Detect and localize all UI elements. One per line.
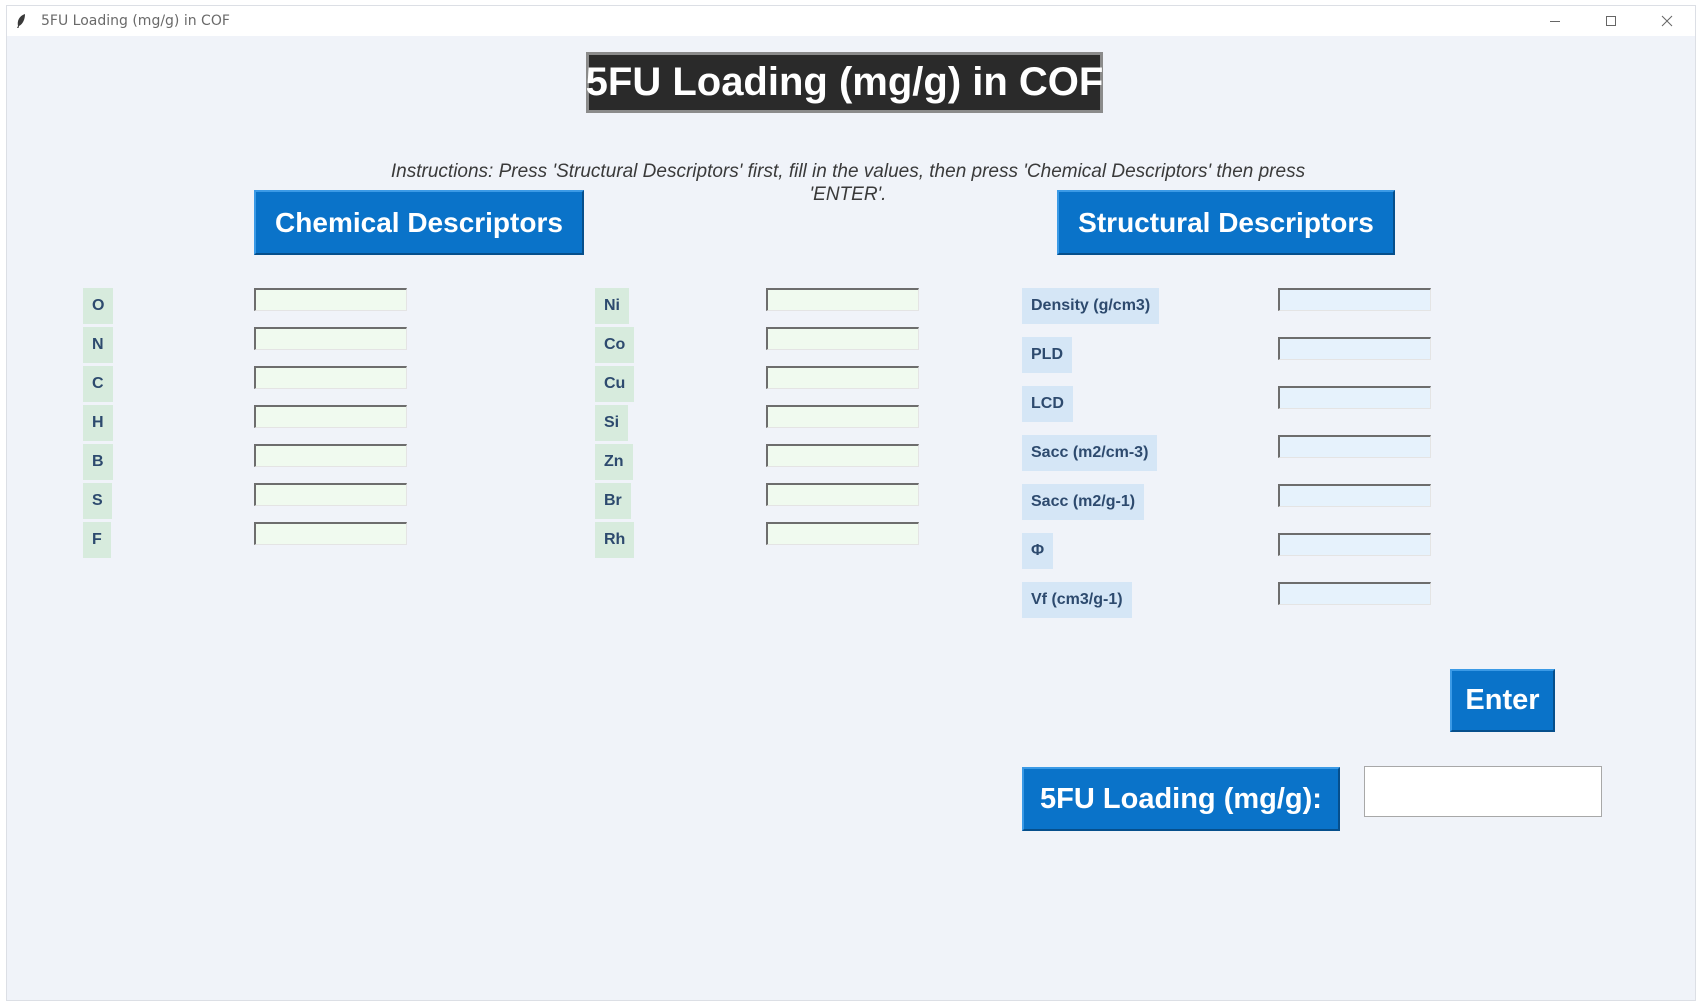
struct-label-sacc-m2-g-1: Sacc (m2/g-1) xyxy=(1022,484,1145,520)
maximize-icon[interactable] xyxy=(1583,6,1639,36)
chem-input-b[interactable] xyxy=(254,444,407,467)
result-output-field[interactable] xyxy=(1364,766,1602,817)
structural-descriptors-button[interactable]: Structural Descriptors xyxy=(1057,190,1395,255)
struct-label-vf-cm3-g-1: Vf (cm3/g-1) xyxy=(1022,582,1132,618)
chem-input-n[interactable] xyxy=(254,327,407,350)
chem-input-si[interactable] xyxy=(766,405,919,428)
struct-input-pld[interactable] xyxy=(1278,337,1431,360)
struct-label-density-g-cm3: Density (g/cm3) xyxy=(1022,288,1160,324)
chem-input-rh[interactable] xyxy=(766,522,919,545)
chem-input-co[interactable] xyxy=(766,327,919,350)
chem-label-b: B xyxy=(83,444,113,480)
chem-input-cu[interactable] xyxy=(766,366,919,389)
chem-input-o[interactable] xyxy=(254,288,407,311)
chem-label-h: H xyxy=(83,405,113,441)
struct-input-sacc-m2-g-1[interactable] xyxy=(1278,484,1431,507)
chem-label-si: Si xyxy=(595,405,629,441)
title-bar[interactable]: 5FU Loading (mg/g) in COF xyxy=(7,6,1695,36)
struct-label-phi: Φ xyxy=(1022,533,1054,569)
feather-icon xyxy=(15,13,29,29)
struct-input-vf-cm3-g-1[interactable] xyxy=(1278,582,1431,605)
minimize-icon[interactable] xyxy=(1527,6,1583,36)
chem-input-f[interactable] xyxy=(254,522,407,545)
chem-label-zn: Zn xyxy=(595,444,633,480)
chem-input-c[interactable] xyxy=(254,366,407,389)
struct-input-lcd[interactable] xyxy=(1278,386,1431,409)
struct-input-phi[interactable] xyxy=(1278,533,1431,556)
window-title: 5FU Loading (mg/g) in COF xyxy=(41,13,230,29)
chem-input-ni[interactable] xyxy=(766,288,919,311)
chem-label-rh: Rh xyxy=(595,522,635,558)
chem-label-ni: Ni xyxy=(595,288,629,324)
result-label: 5FU Loading (mg/g): xyxy=(1022,767,1340,831)
chem-label-c: C xyxy=(83,366,113,402)
chem-input-zn[interactable] xyxy=(766,444,919,467)
app-heading: 5FU Loading (mg/g) in COF xyxy=(586,52,1103,113)
chem-label-o: O xyxy=(83,288,114,324)
struct-label-lcd: LCD xyxy=(1022,386,1073,422)
chem-label-br: Br xyxy=(595,483,631,519)
chem-label-cu: Cu xyxy=(595,366,635,402)
chem-label-co: Co xyxy=(595,327,635,363)
chem-label-s: S xyxy=(83,483,112,519)
struct-input-density-g-cm3[interactable] xyxy=(1278,288,1431,311)
chem-label-f: F xyxy=(83,522,111,558)
chem-input-h[interactable] xyxy=(254,405,407,428)
chem-input-br[interactable] xyxy=(766,483,919,506)
enter-button[interactable]: Enter xyxy=(1450,669,1555,732)
close-icon[interactable] xyxy=(1639,6,1695,36)
struct-label-sacc-m2-cm-3: Sacc (m2/cm-3) xyxy=(1022,435,1158,471)
struct-input-sacc-m2-cm-3[interactable] xyxy=(1278,435,1431,458)
chemical-descriptors-button[interactable]: Chemical Descriptors xyxy=(254,190,584,255)
window-controls xyxy=(1527,6,1695,36)
struct-label-pld: PLD xyxy=(1022,337,1072,373)
chem-label-n: N xyxy=(83,327,113,363)
chem-input-s[interactable] xyxy=(254,483,407,506)
